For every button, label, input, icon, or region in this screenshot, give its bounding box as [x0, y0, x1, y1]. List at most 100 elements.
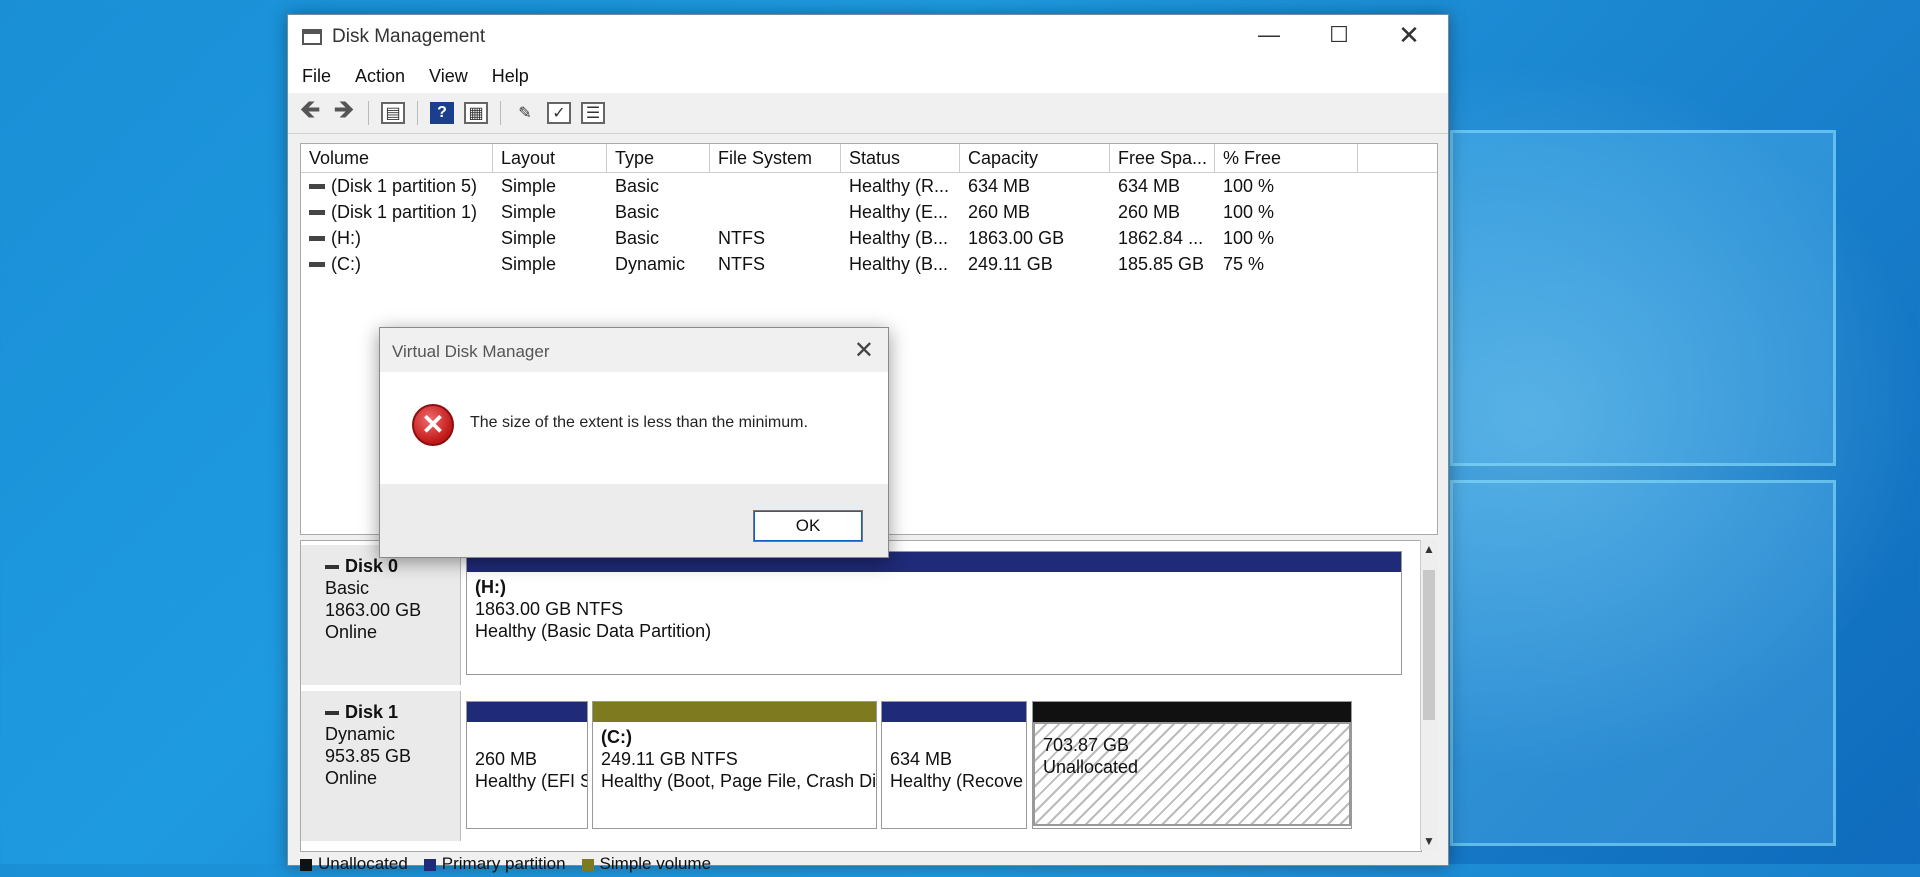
partition-status: Healthy (Basic Data Partition): [475, 621, 712, 641]
menu-view[interactable]: View: [429, 66, 468, 87]
cell-free-space: 1862.84 ...: [1118, 227, 1204, 248]
table-row[interactable]: (Disk 1 partition 5) Simple Basic Health…: [301, 173, 1437, 199]
desktop-logo-pane-lower: [1450, 480, 1836, 846]
partition-label: [475, 726, 579, 748]
partition-size: 249.11 GB NTFS: [601, 749, 738, 769]
disk-size: 1863.00 GB: [325, 600, 422, 620]
legend-swatch: [581, 858, 594, 871]
cell-status: Healthy (E...: [849, 201, 949, 222]
back-arrow-icon[interactable]: 🡸: [298, 94, 322, 124]
partition-label: (C:): [601, 727, 632, 747]
partition-unallocated[interactable]: 703.87 GB Unallocated: [1032, 701, 1352, 829]
disk-state: Online: [325, 622, 378, 642]
disk-1-label[interactable]: Disk 1 Dynamic 953.85 GB Online: [301, 691, 461, 841]
menu-action[interactable]: Action: [355, 66, 405, 87]
cell-type: Basic: [615, 175, 660, 196]
menu-help[interactable]: Help: [492, 66, 529, 87]
partition-status: Unallocated: [1043, 757, 1139, 777]
partition-efi[interactable]: 260 MB Healthy (EFI S: [466, 701, 588, 829]
column-status[interactable]: Status: [841, 144, 960, 172]
partition-recovery[interactable]: 634 MB Healthy (Recove: [881, 701, 1027, 829]
partition-details: 703.87 GB Unallocated: [1033, 722, 1351, 826]
volume-icon: [309, 210, 325, 216]
partition-size: 703.87 GB: [1043, 735, 1130, 755]
graph-vertical-scrollbar[interactable]: ▲ ▼: [1420, 540, 1437, 850]
disk-name: Disk 0: [325, 555, 460, 577]
cell-volume: (C:): [301, 254, 493, 275]
cell-capacity: 1863.00 GB: [968, 227, 1065, 248]
cell-layout: Simple: [501, 253, 557, 274]
cell-status: Healthy (B...: [849, 253, 949, 274]
maximize-button[interactable]: ☐: [1304, 15, 1374, 59]
properties-icon[interactable]: ▦: [464, 102, 488, 124]
desktop-logo-pane-upper: [1450, 130, 1836, 466]
disk-management-app-icon: [302, 29, 322, 45]
cell-type: Dynamic: [615, 253, 686, 274]
column-file-system[interactable]: File System: [710, 144, 841, 172]
title-bar: Disk Management — ☐ ✕: [288, 15, 1448, 59]
toolbar-separator: [417, 101, 418, 125]
cell-layout: Simple: [501, 227, 557, 248]
table-row[interactable]: (H:) Simple Basic NTFS Healthy (B... 186…: [301, 225, 1437, 251]
cell-layout: Simple: [501, 201, 557, 222]
volume-icon: [309, 184, 325, 190]
disk-size: 953.85 GB: [325, 746, 412, 766]
minimize-button[interactable]: —: [1234, 15, 1304, 59]
dialog-close-button[interactable]: ✕: [854, 336, 874, 365]
column-volume[interactable]: Volume: [301, 144, 493, 172]
menu-file[interactable]: File: [302, 66, 331, 87]
volume-name: (Disk 1 partition 1): [331, 201, 478, 222]
cell-percent-free: 75 %: [1223, 253, 1265, 274]
disk-name: Disk 1: [325, 701, 460, 723]
toolbar-separator: [368, 101, 369, 125]
column-capacity[interactable]: Capacity: [960, 144, 1110, 172]
scroll-thumb[interactable]: [1423, 570, 1435, 720]
partition-label: (H:): [475, 577, 506, 597]
partition-color-bar: [882, 702, 1026, 722]
cell-percent-free: 100 %: [1223, 201, 1275, 222]
close-button[interactable]: ✕: [1374, 15, 1444, 59]
partition-h[interactable]: (H:) 1863.00 GB NTFS Healthy (Basic Data…: [466, 551, 1402, 675]
partition-details: (H:) 1863.00 GB NTFS Healthy (Basic Data…: [467, 572, 1401, 646]
column-free-space[interactable]: Free Spa...: [1110, 144, 1215, 172]
partition-status: Healthy (Recove: [890, 771, 1024, 791]
disk-0-label[interactable]: Disk 0 Basic 1863.00 GB Online: [301, 545, 461, 685]
partition-details: (C:) 249.11 GB NTFS Healthy (Boot, Page …: [593, 722, 876, 796]
volume-name: (Disk 1 partition 5): [331, 175, 478, 196]
ok-button[interactable]: OK: [753, 510, 863, 542]
column-percent-free[interactable]: % Free: [1215, 144, 1358, 172]
disk-type: Basic: [325, 578, 370, 598]
partition-color-bar: [593, 702, 876, 722]
volume-name: (H:): [331, 227, 361, 248]
partition-status: Healthy (EFI S: [475, 771, 587, 791]
partition-size: 260 MB: [475, 749, 538, 769]
window-title: Disk Management: [332, 26, 486, 47]
column-type[interactable]: Type: [607, 144, 710, 172]
help-icon[interactable]: ?: [430, 102, 454, 124]
view-icon[interactable]: ☰: [581, 102, 605, 124]
cell-volume: (Disk 1 partition 5): [301, 176, 493, 197]
dialog-body: ✕ The size of the extent is less than th…: [380, 372, 888, 484]
table-row[interactable]: (C:) Simple Dynamic NTFS Healthy (B... 2…: [301, 251, 1437, 277]
cell-free-space: 260 MB: [1118, 201, 1181, 222]
partition-details: 260 MB Healthy (EFI S: [467, 722, 587, 796]
forward-arrow-icon[interactable]: 🡺: [332, 94, 356, 124]
checklist-icon[interactable]: ✓: [547, 102, 571, 124]
column-layout[interactable]: Layout: [493, 144, 607, 172]
scroll-down-icon[interactable]: ▼: [1421, 834, 1437, 848]
cell-capacity: 634 MB: [968, 175, 1031, 196]
disk-graphical-view: Disk 0 Basic 1863.00 GB Online (H:) 1863…: [300, 540, 1422, 852]
connect-icon[interactable]: ✎: [513, 102, 537, 124]
volume-name: (C:): [331, 253, 361, 274]
partition-c[interactable]: (C:) 249.11 GB NTFS Healthy (Boot, Page …: [592, 701, 877, 829]
table-row[interactable]: (Disk 1 partition 1) Simple Basic Health…: [301, 199, 1437, 225]
scroll-up-icon[interactable]: ▲: [1421, 542, 1437, 556]
volume-list-header: Volume Layout Type File System Status Ca…: [301, 144, 1437, 173]
dialog-message: The size of the extent is less than the …: [470, 414, 808, 431]
console-tree-icon[interactable]: ▤: [381, 102, 405, 124]
partition-details: 634 MB Healthy (Recove: [882, 722, 1026, 796]
cell-percent-free: 100 %: [1223, 175, 1275, 196]
disk-0-row: Disk 0 Basic 1863.00 GB Online (H:) 1863…: [301, 545, 1421, 685]
cell-capacity: 249.11 GB: [968, 253, 1053, 274]
dialog-title: Virtual Disk Manager: [392, 342, 550, 361]
